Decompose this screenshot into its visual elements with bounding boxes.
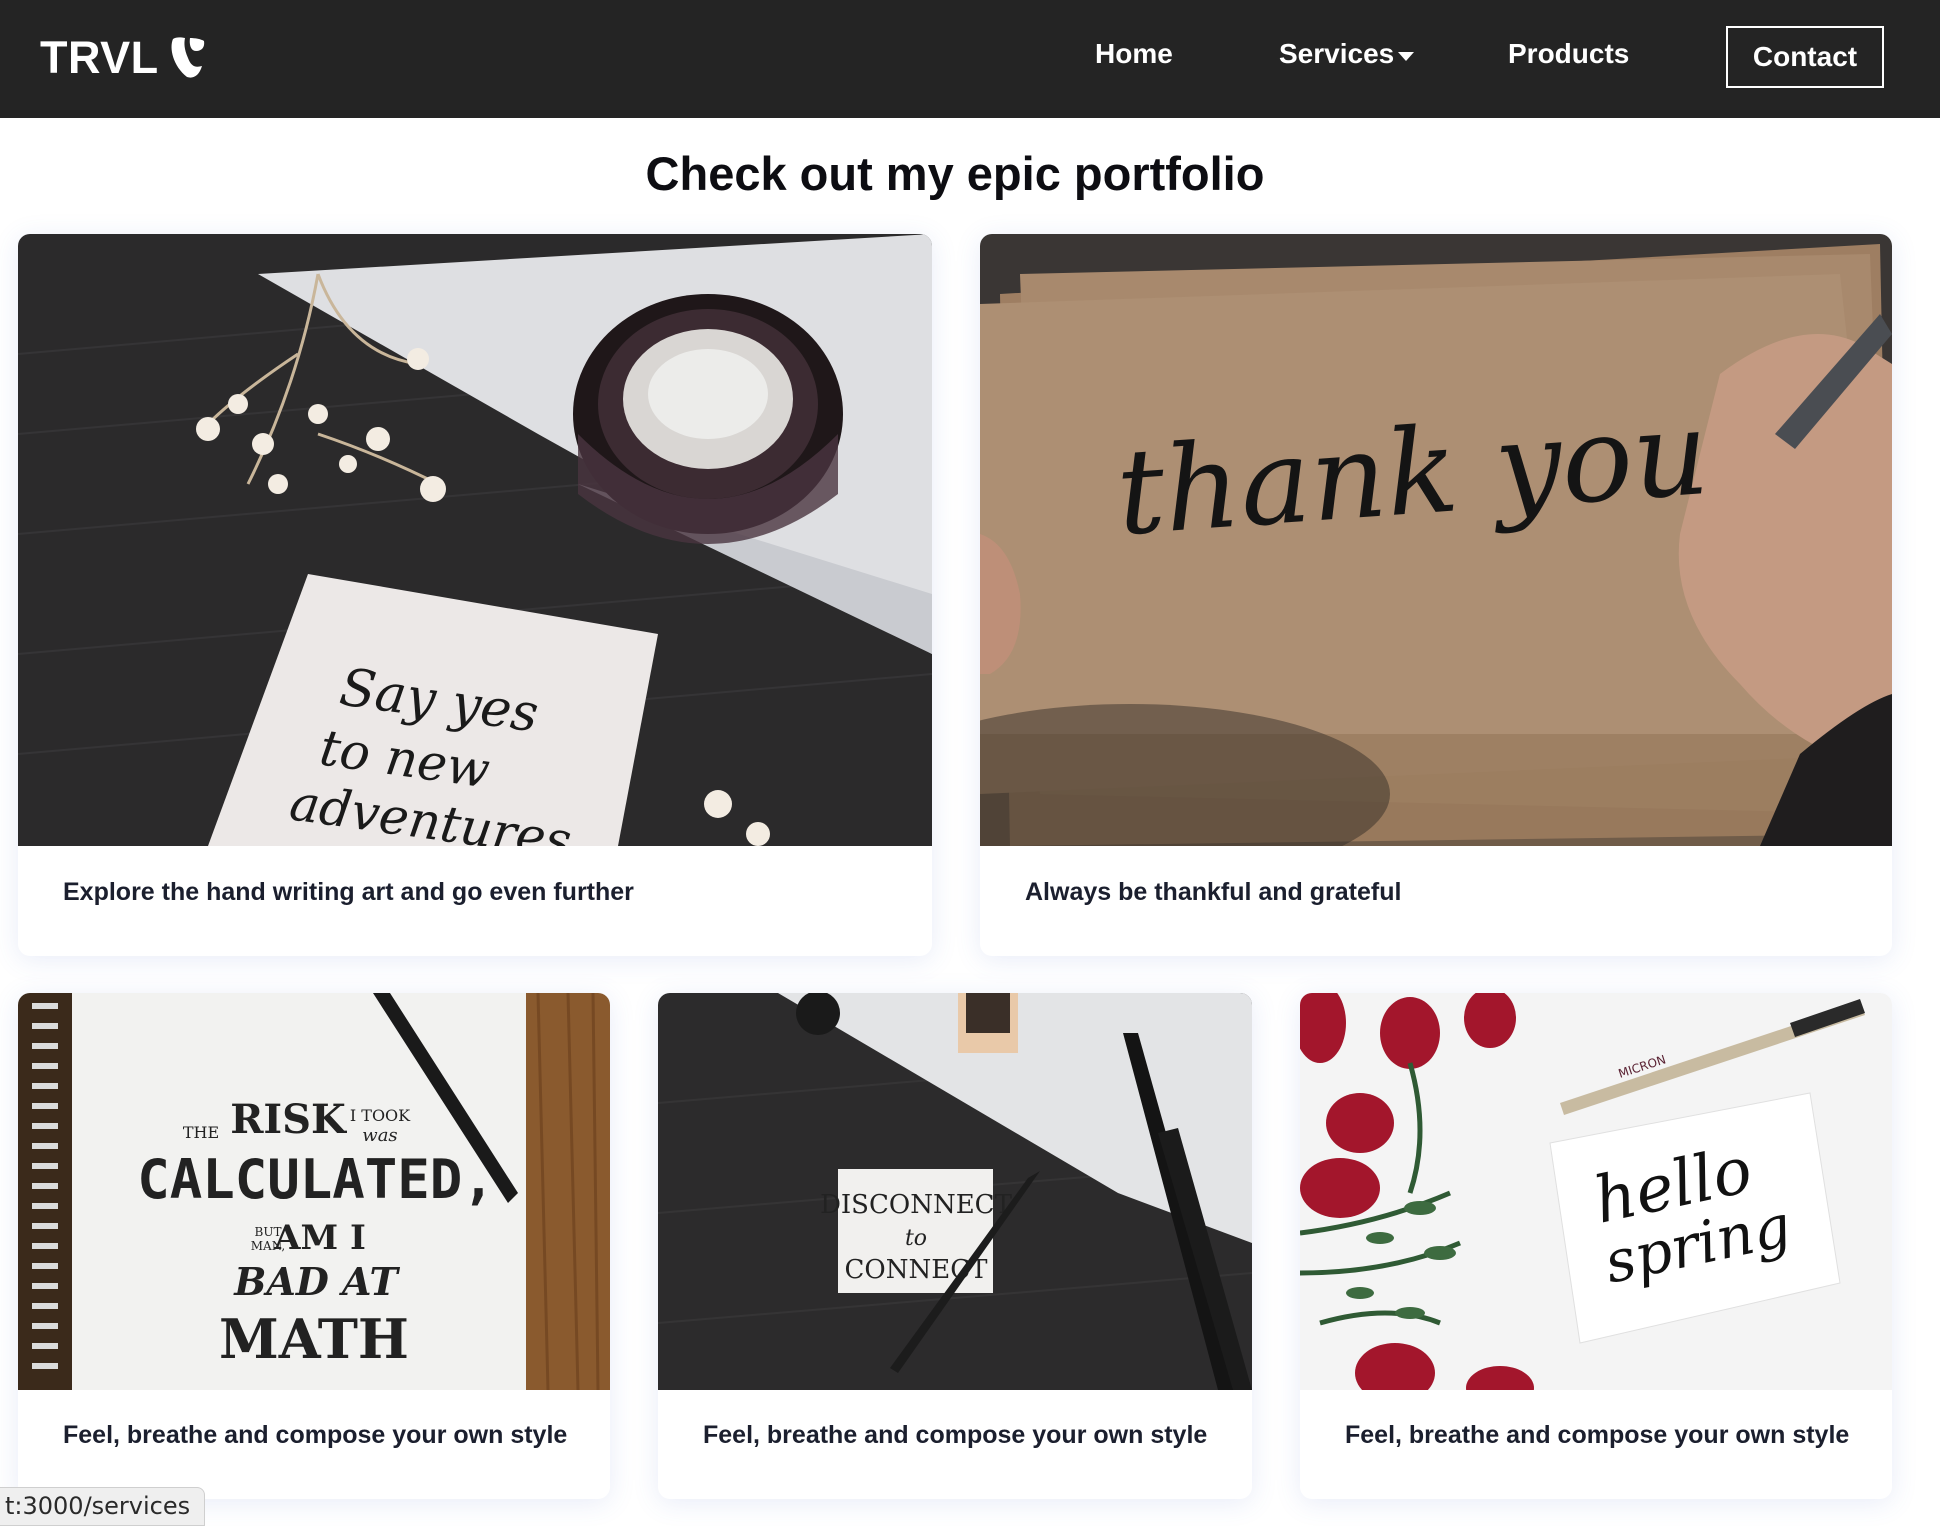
contact-button-label: Contact bbox=[1752, 41, 1858, 72]
card-caption: Feel, breathe and compose your own style bbox=[1345, 1421, 1850, 1449]
portfolio-card-2[interactable]: thank you Always be thankful and gratefu… bbox=[980, 234, 1892, 956]
portfolio-card-1[interactable]: Say yes to new adventures Explore the ha… bbox=[18, 234, 932, 956]
portfolio-image-disconnect: DISCONNECT to CONNECT bbox=[658, 993, 1252, 1390]
nav-services-label: Services bbox=[1279, 38, 1395, 69]
svg-text:THE: THE bbox=[183, 1123, 219, 1142]
svg-text:BAD AT: BAD AT bbox=[233, 1259, 400, 1304]
svg-text:CALCULATED,: CALCULATED, bbox=[137, 1148, 495, 1211]
svg-text:RISK: RISK bbox=[230, 1096, 347, 1143]
svg-text:DISCONNECT: DISCONNECT bbox=[820, 1190, 1013, 1220]
portfolio-image-thank-you: thank you bbox=[980, 234, 1892, 846]
card-caption: Explore the hand writing art and go even… bbox=[63, 878, 634, 906]
portfolio-card-5[interactable]: hello spring MICRON Feel, breathe and co… bbox=[1300, 993, 1892, 1499]
nav-products-link[interactable]: Products bbox=[1508, 38, 1629, 70]
portfolio-card-3[interactable]: THE RISK I TOOK was CALCULATED, BUT MAN,… bbox=[18, 993, 610, 1499]
card-caption: Feel, breathe and compose your own style bbox=[63, 1421, 568, 1449]
page-title: Check out my epic portfolio bbox=[645, 147, 1265, 200]
portfolio-image-risk-calculated: THE RISK I TOOK was CALCULATED, BUT MAN,… bbox=[18, 993, 610, 1390]
main-nav: Home Services Products Contact bbox=[0, 0, 1940, 118]
top-navbar: TRVL Home Services Products Contact bbox=[0, 0, 1940, 118]
nav-services-dropdown[interactable]: Services bbox=[1279, 38, 1415, 70]
svg-text:MATH: MATH bbox=[219, 1307, 409, 1371]
svg-text:to: to bbox=[905, 1226, 927, 1251]
status-bar-url: t:3000/services bbox=[0, 1487, 206, 1526]
card-caption: Always be thankful and grateful bbox=[1025, 878, 1402, 906]
portfolio-card-4[interactable]: DISCONNECT to CONNECT Feel, breathe and … bbox=[658, 993, 1252, 1499]
svg-text:was: was bbox=[362, 1125, 397, 1146]
contact-button[interactable]: Contact bbox=[1726, 26, 1884, 88]
portfolio-image-say-yes: Say yes to new adventures bbox=[18, 234, 932, 846]
svg-text:I TOOK: I TOOK bbox=[350, 1106, 411, 1125]
caret-down-icon bbox=[1398, 51, 1415, 61]
svg-text:AM I: AM I bbox=[273, 1218, 366, 1258]
nav-home-link[interactable]: Home bbox=[1095, 38, 1173, 70]
portfolio-image-hello-spring: hello spring MICRON bbox=[1300, 993, 1892, 1390]
card-caption: Feel, breathe and compose your own style bbox=[703, 1421, 1208, 1449]
